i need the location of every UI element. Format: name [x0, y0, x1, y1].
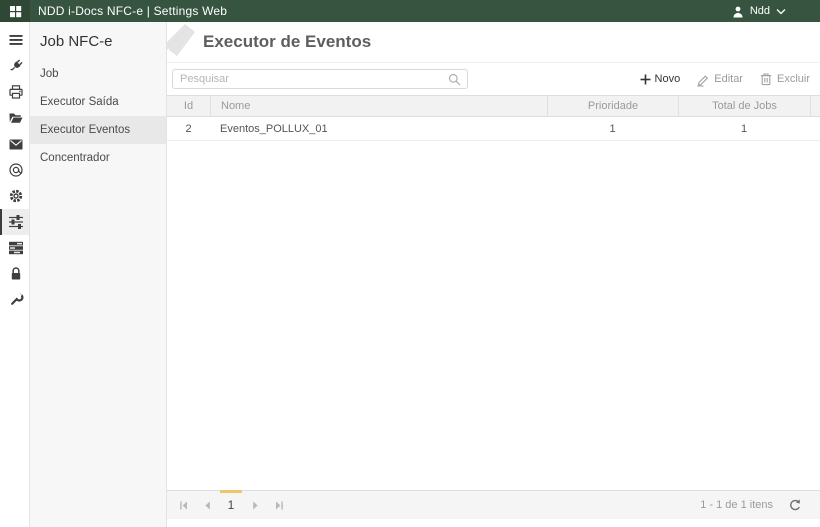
cell-id: 2	[185, 122, 192, 135]
current-page-indicator	[220, 490, 242, 493]
prev-page-icon	[202, 500, 213, 511]
rail-item-security[interactable]	[0, 261, 29, 287]
pager: 1 1 - 1 de 1 itens	[167, 490, 820, 519]
subnav-item-job[interactable]: Job	[30, 60, 166, 88]
bottom-strip	[167, 519, 820, 527]
current-page-number: 1	[227, 498, 235, 512]
lock-icon	[8, 266, 24, 282]
apps-grid-button[interactable]	[0, 0, 30, 22]
next-page-icon	[250, 500, 261, 511]
main-content: Executor de Eventos Pesquisar Novo Edita…	[167, 22, 820, 527]
editar-button-label: Editar	[714, 73, 743, 85]
cell-prioridade: 1	[609, 122, 616, 135]
excluir-button[interactable]: Excluir	[759, 72, 810, 86]
column-header-spacer	[810, 96, 820, 116]
trash-icon	[759, 72, 773, 86]
at-sign-icon	[8, 162, 24, 178]
subnav-item-concentrador[interactable]: Concentrador	[30, 144, 166, 172]
column-header-prioridade[interactable]: Prioridade	[547, 96, 678, 116]
pager-info: 1 - 1 de 1 itens	[700, 499, 773, 511]
app-title: NDD i-Docs NFC-e | Settings Web	[38, 4, 228, 18]
subnav: Job NFC-e Job Executor Saída Executor Ev…	[30, 22, 167, 527]
first-page-icon	[178, 500, 189, 511]
search-box	[172, 69, 468, 89]
topbar: NDD i-Docs NFC-e | Settings Web Ndd	[0, 0, 820, 22]
subnav-item-executor-saida[interactable]: Executor Saída	[30, 88, 166, 116]
wrench-icon	[8, 292, 24, 308]
cell-spacer	[810, 117, 820, 140]
rail-item-menu[interactable]	[0, 27, 29, 53]
ndd-logo-watermark	[167, 24, 203, 62]
chevron-down-icon	[776, 8, 786, 15]
rail-item-mail[interactable]	[0, 131, 29, 157]
cell-nome: Eventos_POLLUX_01	[220, 122, 328, 135]
plus-icon	[640, 74, 651, 85]
user-icon	[732, 5, 744, 18]
page-title: Executor de Eventos	[203, 32, 372, 51]
refresh-icon	[787, 498, 802, 513]
user-menu[interactable]: Ndd	[732, 5, 786, 18]
subnav-title: Job NFC-e	[40, 33, 113, 50]
column-header-total-de-jobs[interactable]: Total de Jobs	[678, 96, 810, 116]
editar-button[interactable]: Editar	[696, 72, 743, 87]
rail-item-connector[interactable]	[0, 53, 29, 79]
last-page-icon	[274, 500, 285, 511]
grid-empty-area	[167, 141, 820, 490]
pager-next-button[interactable]	[243, 491, 267, 519]
rail-item-queue[interactable]	[0, 235, 29, 261]
app-window: NDD i-Docs NFC-e | Settings Web Ndd Job …	[0, 0, 820, 527]
toolbar: Novo Editar	[167, 62, 820, 95]
sliders-icon	[8, 214, 24, 230]
novo-button-label: Novo	[654, 73, 681, 85]
queue-icon	[8, 240, 24, 256]
icon-rail	[0, 22, 30, 527]
mail-icon	[8, 137, 24, 152]
rail-item-tools[interactable]	[0, 287, 29, 313]
folder-open-icon	[8, 110, 24, 126]
pager-first-button[interactable]	[171, 491, 195, 519]
table-row[interactable]: 2 Eventos_POLLUX_01 1 1	[167, 117, 820, 141]
excluir-button-label: Excluir	[776, 73, 810, 85]
column-header-nome[interactable]: Nome	[210, 96, 547, 116]
rail-item-executors[interactable]	[0, 209, 29, 235]
refresh-button[interactable]	[787, 498, 802, 513]
plug-icon	[8, 58, 24, 74]
pager-page-1[interactable]: 1	[219, 490, 243, 519]
grid-header: Id Nome Prioridade Total de Jobs	[167, 95, 820, 117]
subnav-item-executor-eventos[interactable]: Executor Eventos	[30, 116, 166, 144]
rail-item-printer[interactable]	[0, 79, 29, 105]
search-icon	[448, 73, 461, 86]
edit-icon	[696, 72, 710, 87]
app-shell: Job NFC-e Job Executor Saída Executor Ev…	[0, 22, 820, 527]
search-button[interactable]	[444, 73, 467, 86]
pager-prev-button[interactable]	[195, 491, 219, 519]
rail-item-settings[interactable]	[0, 183, 29, 209]
apps-grid-icon	[9, 5, 22, 18]
novo-button[interactable]: Novo	[640, 73, 681, 85]
rail-item-at[interactable]	[0, 157, 29, 183]
printer-icon	[8, 84, 24, 100]
pager-last-button[interactable]	[267, 491, 291, 519]
menu-icon	[8, 33, 24, 47]
rail-item-files[interactable]	[0, 105, 29, 131]
gear-icon	[8, 188, 24, 204]
user-name: Ndd	[749, 5, 770, 17]
page-header: Executor de Eventos	[167, 22, 820, 62]
column-header-id[interactable]: Id	[167, 96, 210, 116]
search-input[interactable]	[173, 73, 444, 85]
cell-total-de-jobs: 1	[740, 122, 748, 135]
